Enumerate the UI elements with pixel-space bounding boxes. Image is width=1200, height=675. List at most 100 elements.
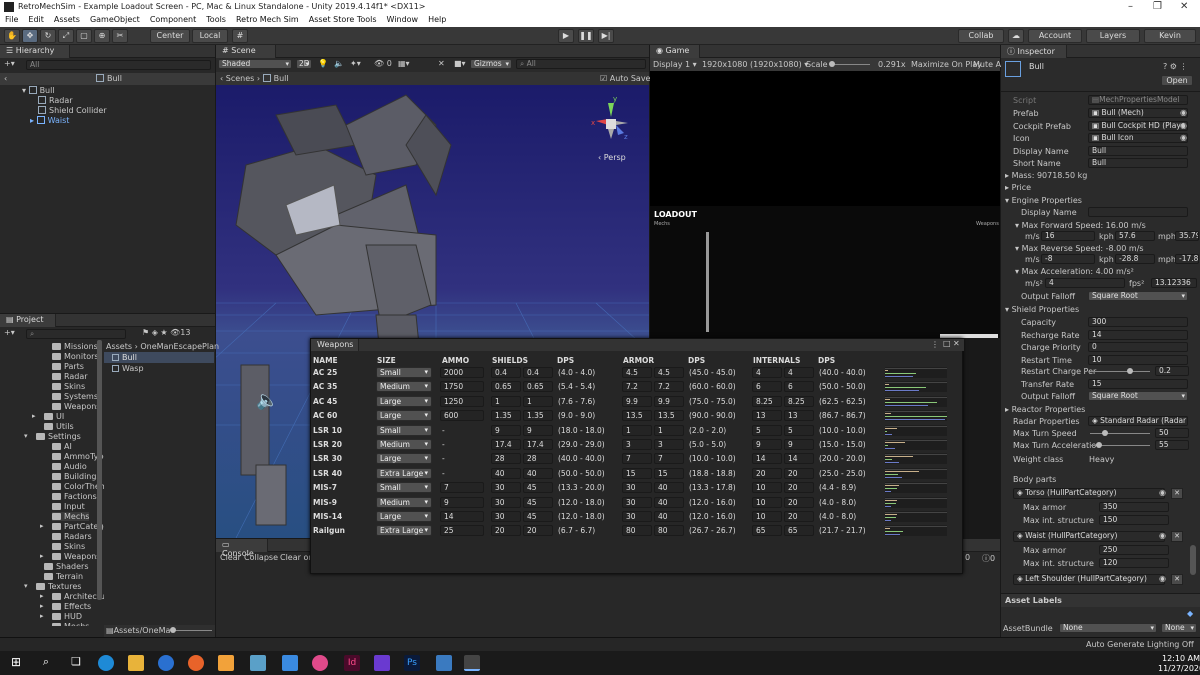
auto-save-checkbox[interactable]: ☑ Auto Save [600,74,650,83]
menu-window[interactable]: Window [382,14,424,24]
menu-asset-store-tools[interactable]: Asset Store Tools [304,14,382,24]
tab-scene[interactable]: # Scene [216,45,276,58]
scale-slider-handle[interactable] [829,61,835,67]
weapon-armor-min-field[interactable]: 30 [622,482,652,494]
tab-weapons[interactable]: Weapons [311,339,359,351]
transfer-rate-field[interactable]: 15 [1088,379,1188,389]
inspector-settings-icon[interactable]: ? ⚙ ⋮ [1163,62,1188,71]
project-folder-item[interactable]: Parts [52,362,84,371]
tab-project[interactable]: ▤ Project [0,314,56,327]
lighting-icon[interactable]: 💡 [318,59,328,68]
breadcrumb-scenes[interactable]: ‹ Scenes › Bull [220,74,289,83]
weapon-internal-max-field[interactable]: 20 [784,511,814,522]
weapons-menu-icon[interactable]: ⋮ [931,340,939,349]
project-folder-item[interactable]: Input [52,502,85,511]
weapon-internal-min-field[interactable]: 14 [752,453,782,465]
menu-tools[interactable]: Tools [201,14,231,24]
weapon-shield-max-field[interactable]: 0.4 [523,367,553,378]
project-folder-item[interactable]: Factions [52,492,97,501]
hierarchy-item-radar[interactable]: Radar [38,96,73,105]
weapon-armor-max-field[interactable]: 13.5 [654,410,684,422]
expand-arrow-icon[interactable]: ▸ [40,522,44,530]
asset-bundle-variant-dropdown[interactable]: None [1161,623,1197,633]
hierarchy-item-shield-collider[interactable]: Shield Collider [38,106,107,115]
weapon-armor-min-field[interactable]: 7 [622,453,652,465]
console-warning-count[interactable]: 0 [965,553,970,562]
blender-icon[interactable] [218,655,234,671]
close-icon[interactable]: ✕ [1180,1,1188,12]
project-folder-item[interactable]: Mechs [52,622,89,626]
expand-arrow-icon[interactable]: ▸ [40,612,44,620]
max-armor-field[interactable]: 250 [1099,545,1169,555]
project-folder-item[interactable]: Textures [36,582,81,591]
project-file-wasp[interactable]: Wasp [112,364,144,373]
weapons-close-icon[interactable]: ✕ [953,339,960,348]
max-acceleration-foldout[interactable]: ▾ Max Acceleration: 4.00 m/s² [1015,267,1134,276]
restart-charge-slider[interactable] [1090,371,1150,372]
maximize-on-play-toggle[interactable]: Maximize On Play [911,60,982,69]
remove-part-button[interactable]: ✕ [1171,488,1183,499]
2d-toggle[interactable]: 2D [296,59,312,69]
weapon-size-dropdown[interactable]: Extra Large [376,467,432,479]
engine-foldout[interactable]: ▾ Engine Properties [1005,196,1082,205]
weapon-shield-min-field[interactable]: 1 [491,395,521,407]
tools-icon[interactable]: ✕ [438,59,445,68]
weapon-internal-min-field[interactable]: 10 [752,482,782,494]
scale-tool-icon[interactable]: ⤢ [58,29,74,43]
weapon-internal-max-field[interactable]: 13 [784,410,814,422]
add-icon[interactable]: +▾ [4,59,15,68]
console-clear-on-play[interactable]: Clear on [280,553,313,562]
project-folder-item[interactable]: Radar [52,372,88,381]
project-folder-item[interactable]: Skins [52,382,85,391]
object-picker-icon[interactable]: ◉ [1159,488,1166,497]
project-folder-item[interactable]: Settings [36,432,81,441]
project-folder-item[interactable]: Terrain [44,572,83,581]
weapon-internal-max-field[interactable]: 20 [784,496,814,508]
edge-browser-icon[interactable] [98,655,114,671]
fwd-kph-field[interactable]: 57.6 [1115,231,1155,241]
project-search-input[interactable]: ⌕ [26,329,126,339]
weapon-armor-min-field[interactable]: 13.5 [622,410,652,422]
weapon-size-dropdown[interactable]: Medium [376,496,432,508]
layout-dropdown[interactable]: Kevin [1144,29,1196,43]
weapon-internal-max-field[interactable]: 20 [784,482,814,494]
weapon-ammo-field[interactable]: 2000 [440,367,484,378]
weapon-armor-min-field[interactable]: 30 [622,496,652,508]
weapon-size-dropdown[interactable]: Large [376,410,432,422]
inspector-prop-field[interactable]: ▣ Bull (Mech) [1088,108,1188,118]
object-picker-icon[interactable]: ◉ [1180,133,1187,142]
console-error-count[interactable]: ⓘ0 [982,553,995,564]
audio-icon[interactable]: 🔈 [334,59,344,68]
body-part-field[interactable]: ◈ Left Shoulder (HullPartCategory) [1013,574,1165,585]
weapon-internal-max-field[interactable]: 9 [784,439,814,450]
unity-taskbar-icon[interactable] [464,655,480,671]
inspector-prop-field[interactable]: ▣ Bull Icon [1088,133,1188,143]
weapon-shield-min-field[interactable]: 0.65 [491,381,521,393]
menu-help[interactable]: Help [423,14,451,24]
shield-foldout[interactable]: ▾ Shield Properties [1005,305,1079,314]
display-dropdown[interactable]: Display 1 ▾ [653,60,697,69]
weapon-shield-max-field[interactable]: 28 [523,453,553,465]
acc-ms2-field[interactable]: 4 [1045,278,1125,288]
menu-edit[interactable]: Edit [23,14,49,24]
grid-icon[interactable]: ▦▾ [398,59,410,68]
custom-tool-icon[interactable]: ✂ [112,29,128,43]
weapon-ammo-field[interactable]: 600 [440,410,484,422]
weapon-armor-max-field[interactable]: 15 [654,467,684,479]
weapon-internal-max-field[interactable]: 8.25 [784,395,814,407]
transform-tool-icon[interactable]: ⊕ [94,29,110,43]
project-folder-item[interactable]: Audio [52,462,87,471]
weapon-shield-min-field[interactable]: 30 [491,496,521,508]
weapon-shield-min-field[interactable]: 28 [491,453,521,465]
weapon-armor-max-field[interactable]: 7 [654,453,684,465]
expand-arrow-icon[interactable]: ▾ [24,582,28,590]
fwd-mph-field[interactable]: 35.7910 [1175,231,1199,241]
scale-slider[interactable] [830,64,870,65]
icon-size-slider[interactable] [172,630,212,631]
output-falloff-dropdown[interactable]: Square Root [1088,291,1188,301]
weapon-shield-max-field[interactable]: 45 [523,511,553,522]
weapon-internal-max-field[interactable]: 5 [784,424,814,436]
weapon-armor-min-field[interactable]: 30 [622,511,652,522]
project-folder-item[interactable]: Mechs [52,512,90,521]
project-folder-item[interactable]: AI [52,442,72,451]
